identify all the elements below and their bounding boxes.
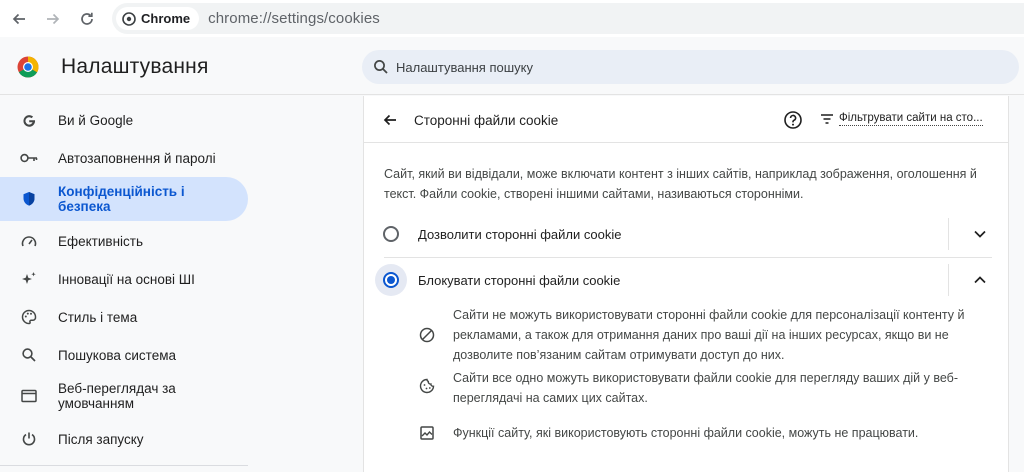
sidebar-item-label: Автозаповнення й паролі (58, 150, 216, 166)
palette-icon (20, 308, 38, 326)
sidebar-item-label: Після запуску (58, 431, 144, 447)
address-bar[interactable]: Chrome chrome://settings/cookies (112, 3, 1024, 34)
sidebar-item-label: Ефективність (58, 233, 143, 249)
chevron-up-icon[interactable] (970, 270, 990, 290)
sidebar-item-search-engine[interactable]: Пошукова система (0, 344, 248, 366)
chevron-down-icon[interactable] (970, 224, 990, 244)
search-placeholder: Налаштування пошуку (396, 59, 533, 75)
sidebar-item-label: Конфіденційність і безпека (58, 184, 185, 214)
detail-text: Функції сайту, які використовують сторон… (453, 426, 919, 440)
divider (948, 218, 949, 250)
sidebar-item-label: Інновації на основі ШІ (58, 271, 195, 287)
sidebar-item-autofill[interactable]: Автозаповнення й паролі (0, 147, 248, 169)
chrome-logo-icon (122, 11, 136, 26)
site-chip[interactable]: Chrome (116, 7, 200, 30)
search-icon (20, 346, 38, 364)
google-g-icon (20, 111, 38, 129)
shield-icon (20, 190, 38, 208)
settings-search-input[interactable]: Налаштування пошуку (362, 50, 1019, 84)
sidebar-item-you-and-google[interactable]: Ви й Google (0, 109, 248, 131)
divider (364, 142, 1008, 143)
divider (384, 257, 992, 258)
cookie-icon (418, 377, 436, 395)
sidebar-item-on-startup[interactable]: Після запуску (0, 428, 248, 450)
power-icon (20, 430, 38, 448)
sidebar-item-ai-innovations[interactable]: Інновації на основі ШІ (0, 268, 248, 290)
reload-icon[interactable] (75, 7, 99, 31)
radio-block[interactable] (383, 272, 399, 288)
option-label: Дозволити сторонні файли cookie (418, 227, 622, 242)
sidebar-item-default-browser[interactable]: Веб-переглядач за умовчанням (0, 378, 248, 414)
filter-sites-button[interactable]: Фільтрувати сайти на сто... (821, 112, 983, 126)
sparkle-icon (20, 270, 38, 288)
block-icon (418, 326, 436, 344)
help-icon[interactable] (783, 110, 803, 130)
chrome-logo-icon (17, 56, 39, 78)
sidebar-item-privacy[interactable]: Конфіденційність і безпека (0, 177, 248, 221)
option-allow-third-party-cookies[interactable]: Дозволити сторонні файли cookie (364, 214, 1008, 254)
sidebar-item-performance[interactable]: Ефективність (0, 230, 248, 252)
back-arrow-icon[interactable] (380, 110, 400, 130)
url-text[interactable]: chrome://settings/cookies (208, 10, 380, 27)
sidebar-item-label: Ви й Google (58, 112, 134, 128)
radio-allow[interactable] (383, 226, 399, 242)
broken-image-icon (418, 424, 436, 442)
page-title: Налаштування (61, 55, 209, 78)
detail-text: Сайти все одно можуть використовувати фа… (453, 371, 958, 405)
option-label: Блокувати сторонні файли cookie (418, 273, 621, 288)
subpage-title: Сторонні файли cookie (414, 113, 559, 128)
speedometer-icon (20, 232, 38, 250)
browser-toolbar: Chrome chrome://settings/cookies (0, 0, 1024, 37)
cookies-settings-card: Сторонні файли cookie Фільтрувати сайти … (363, 96, 1009, 472)
page-description: Сайт, який ви відвідали, може включати к… (384, 167, 977, 201)
filter-icon (821, 114, 833, 124)
filter-label: Фільтрувати сайти на сто... (839, 112, 983, 126)
back-arrow-icon[interactable] (7, 7, 31, 31)
sidebar: Ви й Google Автозаповнення й паролі Конф… (0, 96, 260, 472)
key-icon (20, 149, 38, 167)
browser-window-icon (20, 387, 38, 405)
forward-arrow-icon[interactable] (41, 7, 65, 31)
option-block-third-party-cookies[interactable]: Блокувати сторонні файли cookie (364, 260, 1008, 300)
sidebar-item-label: Пошукова система (58, 347, 177, 363)
detail-text: Сайти не можуть використовувати сторонні… (453, 308, 965, 362)
search-icon (374, 60, 388, 74)
site-chip-label: Chrome (141, 11, 191, 26)
sidebar-item-label: Веб-переглядач за умовчанням (58, 381, 176, 411)
sidebar-divider (0, 465, 248, 466)
divider (948, 264, 949, 296)
sidebar-item-appearance[interactable]: Стиль і тема (0, 306, 248, 328)
settings-header: Налаштування Налаштування пошуку (0, 37, 1024, 95)
sidebar-item-label: Стиль і тема (58, 309, 138, 325)
